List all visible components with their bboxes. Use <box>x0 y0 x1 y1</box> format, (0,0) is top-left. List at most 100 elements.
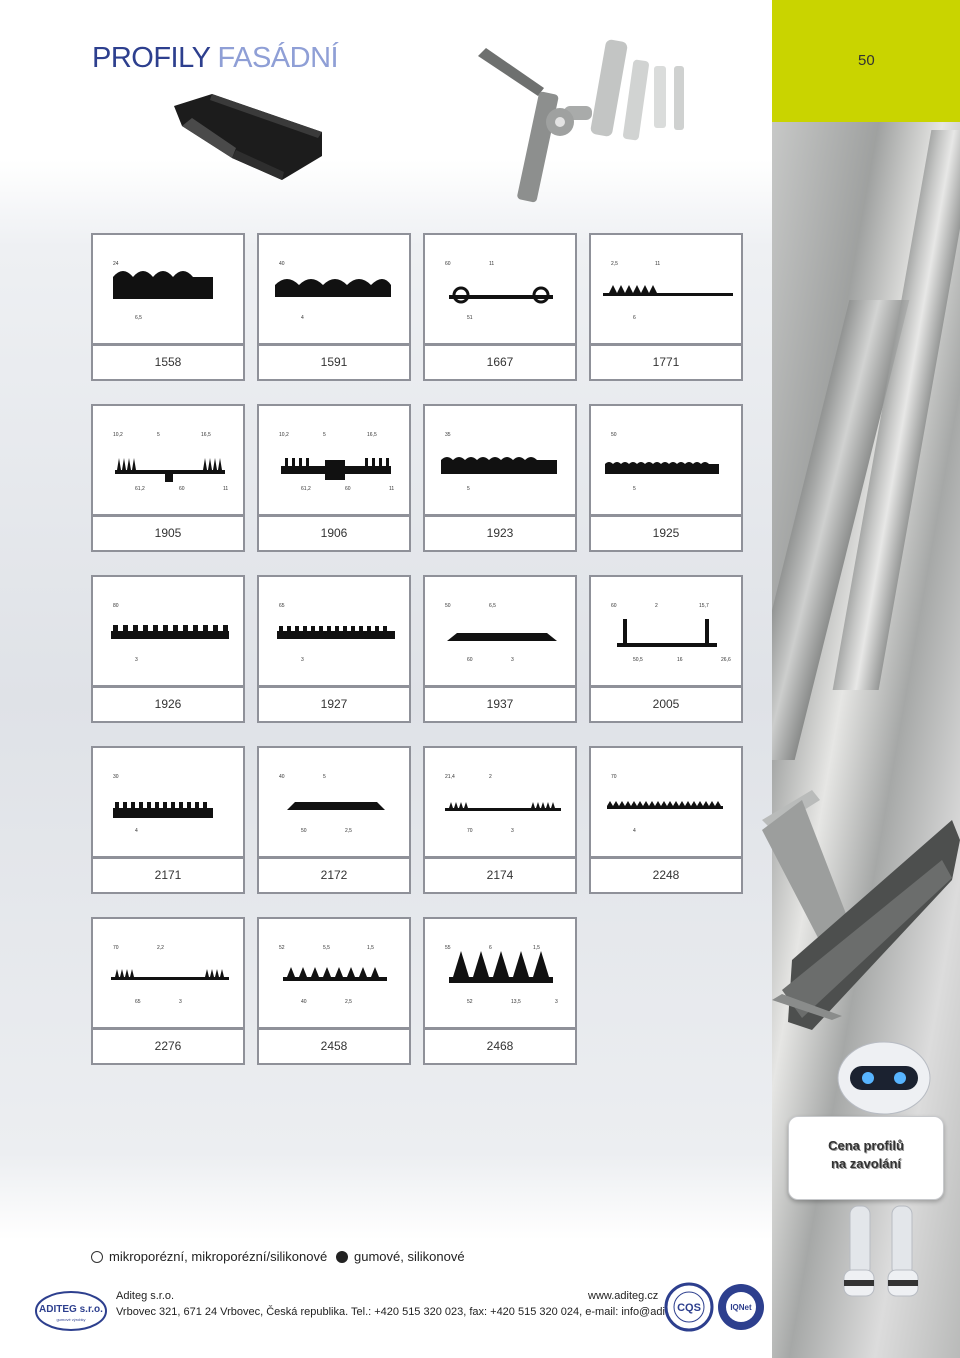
dimension-label: 6 <box>489 945 492 951</box>
profile-card-1591: 40 4 1591 <box>257 233 411 381</box>
profile-code: 1905 <box>91 516 245 552</box>
dimension-label: 5 <box>467 486 470 492</box>
legend-microporous-label: mikroporézní, mikroporézní/silikonové <box>109 1249 328 1264</box>
legend-rubber-label: gumové, silikonové <box>354 1249 465 1264</box>
profile-cross-section-drawing: 40 50 5 2,5 <box>279 774 385 834</box>
profile-drawing: 35 5 <box>423 404 577 516</box>
profile-card-1906: 10,2 61,2 5 60 16,5 11 1906 <box>257 404 411 552</box>
dimension-label: 61,2 <box>135 486 145 492</box>
profile-code: 1558 <box>91 345 245 381</box>
dimension-label: 5 <box>157 432 160 438</box>
dimension-label: 40 <box>279 774 285 780</box>
dimension-label: 5 <box>633 486 636 492</box>
dimension-label: 6,5 <box>489 603 496 609</box>
profile-code: 1667 <box>423 345 577 381</box>
profile-card-2468: 55 52 6 13,5 1,5 3 2468 <box>423 917 577 1065</box>
dimension-label: 2,5 <box>345 999 352 1005</box>
dimension-label: 16,5 <box>367 432 377 438</box>
dimension-label: 4 <box>633 828 636 834</box>
open-circle-icon <box>91 1250 103 1263</box>
dimension-label: 4 <box>135 828 138 834</box>
dimension-label: 50,5 <box>633 657 643 663</box>
dimension-label: 11 <box>389 486 394 492</box>
profile-code: 2248 <box>589 858 743 894</box>
price-on-request-sign: Cena profilů na zavolání <box>788 1116 944 1200</box>
profile-cross-section-drawing: 10,2 61,2 5 60 16,5 11 <box>279 432 394 492</box>
dimension-label: 3 <box>555 999 558 1005</box>
dimension-label: 15,7 <box>699 603 709 609</box>
profile-card-1905: 10,2 61,2 5 60 16,5 11 1905 <box>91 404 245 552</box>
dimension-label: 2,5 <box>345 828 352 834</box>
svg-text:IQNet: IQNet <box>730 1303 752 1312</box>
profile-cross-section-drawing: 50 5 <box>605 432 719 492</box>
profile-card-1927: 65 3 1927 <box>257 575 411 723</box>
dimension-label: 5,5 <box>323 945 330 951</box>
footer-website[interactable]: www.aditeg.cz <box>588 1290 658 1302</box>
profile-card-2458: 52 40 5,5 2,5 1,5 2458 <box>257 917 411 1065</box>
dimension-label: 52 <box>279 945 285 951</box>
page-number: 50 <box>858 52 875 69</box>
profile-drawing: 21,4 70 2 3 <box>423 746 577 858</box>
profile-code: 2174 <box>423 858 577 894</box>
profile-drawing: 60 51 11 <box>423 233 577 345</box>
profile-card-1771: 2,5 6 11 1771 <box>589 233 743 381</box>
profile-card-1926: 80 3 1926 <box>91 575 245 723</box>
dimension-label: 30 <box>113 774 119 780</box>
profile-cross-section-drawing: 21,4 70 2 3 <box>445 774 561 834</box>
footer-address: Vrbovec 321, 671 24 Vrbovec, Česká repub… <box>116 1306 695 1318</box>
profile-cross-section-drawing: 35 5 <box>441 432 557 492</box>
profile-drawing: 80 3 <box>91 575 245 687</box>
dimension-label: 4 <box>301 315 304 321</box>
aditeg-logo: ADITEG s.r.o. gumové výrobky <box>35 1291 107 1331</box>
profile-drawing: 52 40 5,5 2,5 1,5 <box>257 917 411 1029</box>
dimension-label: 1,5 <box>367 945 374 951</box>
profile-card-1937: 50 60 6,5 3 1937 <box>423 575 577 723</box>
profile-cross-section-drawing: 40 4 <box>275 261 391 321</box>
dimension-label: 26,6 <box>721 657 731 663</box>
dimension-label: 55 <box>445 945 451 951</box>
sign-line-1: Cena profilů <box>828 1138 904 1153</box>
svg-text:CQS: CQS <box>677 1302 701 1314</box>
dimension-label: 60 <box>611 603 617 609</box>
profile-code: 1591 <box>257 345 411 381</box>
dimension-label: 3 <box>511 657 514 663</box>
dimension-label: 5 <box>323 774 326 780</box>
profile-drawing: 30 4 <box>91 746 245 858</box>
dimension-label: 11 <box>489 261 494 267</box>
dimension-label: 5 <box>323 432 326 438</box>
profile-code: 1771 <box>589 345 743 381</box>
profile-drawing: 40 4 <box>257 233 411 345</box>
svg-text:ADITEG s.r.o.: ADITEG s.r.o. <box>39 1304 103 1315</box>
profile-drawing: 65 3 <box>257 575 411 687</box>
profile-code: 2172 <box>257 858 411 894</box>
profile-card-2276: 70 65 2,2 3 2276 <box>91 917 245 1065</box>
filled-circle-icon <box>336 1250 348 1263</box>
profile-card-2172: 40 50 5 2,5 2172 <box>257 746 411 894</box>
profile-card-2171: 30 4 2171 <box>91 746 245 894</box>
profile-drawing: 10,2 61,2 5 60 16,5 11 <box>91 404 245 516</box>
profile-drawing: 70 4 <box>589 746 743 858</box>
profile-cross-section-drawing: 246,5 <box>113 261 213 321</box>
profile-cross-section-drawing: 30 4 <box>113 774 213 834</box>
profile-drawing: 70 65 2,2 3 <box>91 917 245 1029</box>
dimension-label: 40 <box>279 261 285 267</box>
dimension-label: 11 <box>655 261 660 267</box>
profile-code: 1926 <box>91 687 245 723</box>
dimension-label: 11 <box>223 486 228 492</box>
dimension-label: 70 <box>113 945 119 951</box>
dimension-label: 60 <box>467 657 473 663</box>
profile-card-1667: 60 51 11 1667 <box>423 233 577 381</box>
profile-cross-section-drawing: 6050,521615,726,615,76 <box>611 603 731 663</box>
profile-drawing: 10,2 61,2 5 60 16,5 11 <box>257 404 411 516</box>
dimension-label: 3 <box>301 657 304 663</box>
hero-product-image-black-profile <box>174 94 322 180</box>
profile-cross-section-drawing: 2,5 6 11 <box>603 261 733 321</box>
profile-cross-section-drawing: 52 40 5,5 2,5 1,5 <box>279 945 387 1005</box>
dimension-label: 70 <box>611 774 617 780</box>
dimension-label: 2 <box>489 774 492 780</box>
profile-cross-section-drawing: 70 65 2,2 3 <box>111 945 229 1005</box>
dimension-label: 50 <box>611 432 617 438</box>
sign-line-2: na zavolání <box>830 1156 902 1171</box>
dimension-label: 2,5 <box>611 261 618 267</box>
dimension-label: 3 <box>179 999 182 1005</box>
